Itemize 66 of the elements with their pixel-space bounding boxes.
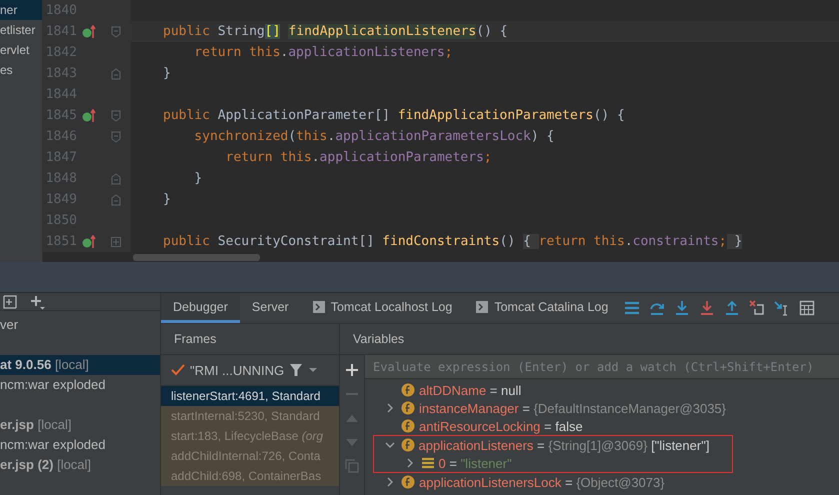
service-item[interactable]: ncm:war exploded	[0, 435, 160, 455]
field-icon	[401, 401, 415, 415]
filter-icon[interactable]	[289, 363, 304, 377]
expand-icon[interactable]	[111, 236, 121, 246]
service-item[interactable]: er.jsp [local]	[0, 415, 160, 435]
step-into-icon[interactable]	[674, 300, 690, 316]
override-arrow-icon[interactable]	[82, 108, 96, 122]
fold-icon[interactable]	[111, 130, 121, 142]
tab[interactable]: Debugger	[161, 293, 240, 323]
code-line: }	[193, 171, 202, 186]
code-line: }	[163, 192, 171, 207]
fold-icon[interactable]	[111, 110, 121, 122]
layout-icon[interactable]	[2, 294, 18, 310]
tab[interactable]: Tomcat Catalina Log	[464, 293, 620, 323]
console-icon	[312, 300, 325, 312]
copy-icon[interactable]	[345, 459, 359, 473]
code-line: public ApplicationParameter[] findApplicationParameters() {	[163, 108, 625, 123]
caret-icon[interactable]	[308, 366, 318, 374]
override-arrow-icon[interactable]	[82, 234, 96, 248]
array-icon	[420, 457, 434, 469]
add-icon[interactable]	[30, 294, 46, 310]
code-line: return this.applicationListeners;	[193, 45, 453, 60]
tab[interactable]: Server	[240, 293, 301, 323]
variable-entry[interactable]: instanceManager = {DefaultInstanceManager@3035}	[419, 400, 726, 416]
variable-entry[interactable]: altDDName = null	[419, 382, 522, 398]
code-line: synchronized(this.applicationParametersLock) {	[193, 129, 554, 144]
thread-selector[interactable]: "RMI ...UNNING	[190, 362, 284, 378]
add-icon[interactable]	[345, 363, 359, 377]
service-item[interactable]: at 9.0.56 [local]	[0, 355, 160, 375]
variable-entry[interactable]: antiResourceLocking = false	[419, 418, 583, 434]
force-step-into-icon[interactable]	[699, 300, 716, 316]
variable-entry[interactable]: applicationListeners = {String[1]@3069} ["listener"]	[418, 438, 710, 452]
code-line: return this.applicationParameters;	[224, 150, 492, 165]
chevron-down-icon[interactable]	[384, 440, 394, 450]
service-item[interactable]: ncm:war exploded	[0, 375, 160, 395]
override-arrow-icon[interactable]	[82, 24, 96, 38]
fold-icon[interactable]	[111, 26, 121, 38]
code-line: }	[163, 66, 171, 81]
step-out-icon[interactable]	[724, 300, 740, 316]
table-icon[interactable]	[799, 300, 816, 316]
fold-icon[interactable]	[111, 172, 121, 184]
chevron-right-icon[interactable]	[385, 403, 395, 413]
scrollbar-thumb[interactable]	[133, 254, 260, 260]
tab[interactable]: Tomcat Localhost Log	[300, 293, 464, 323]
panel-title: Frames	[161, 324, 339, 355]
service-item[interactable]: ver	[0, 315, 160, 335]
console-icon	[476, 300, 488, 312]
field-icon	[401, 475, 415, 489]
fold-icon[interactable]	[111, 194, 121, 206]
service-item[interactable]: er.jsp (2) [local]	[0, 455, 160, 475]
field-icon	[401, 383, 415, 397]
tree-item[interactable]: es	[0, 60, 42, 80]
variable-entry[interactable]: 0 = "listener"	[438, 456, 512, 470]
fold-icon[interactable]	[111, 68, 121, 80]
menu-icon[interactable]	[624, 301, 640, 315]
tree-item[interactable]: etlister	[0, 20, 42, 40]
tree-item[interactable]: ner	[0, 0, 42, 20]
field-icon	[400, 438, 414, 452]
checkmark-icon	[171, 364, 185, 376]
code-line: public String[] findApplicationListeners() {	[163, 24, 508, 39]
stack-frame[interactable]: listenerStart:4691, Standard	[161, 386, 339, 406]
field-icon	[401, 419, 415, 433]
variable-entry[interactable]: applicationListenersLock = {Object@3073}	[419, 474, 665, 490]
tree-item[interactable]: ervlet	[0, 40, 42, 60]
drop-frame-icon[interactable]	[749, 300, 766, 316]
code-line: public SecurityConstraint[] findConstraints() { return this.constraints; }	[163, 234, 742, 249]
